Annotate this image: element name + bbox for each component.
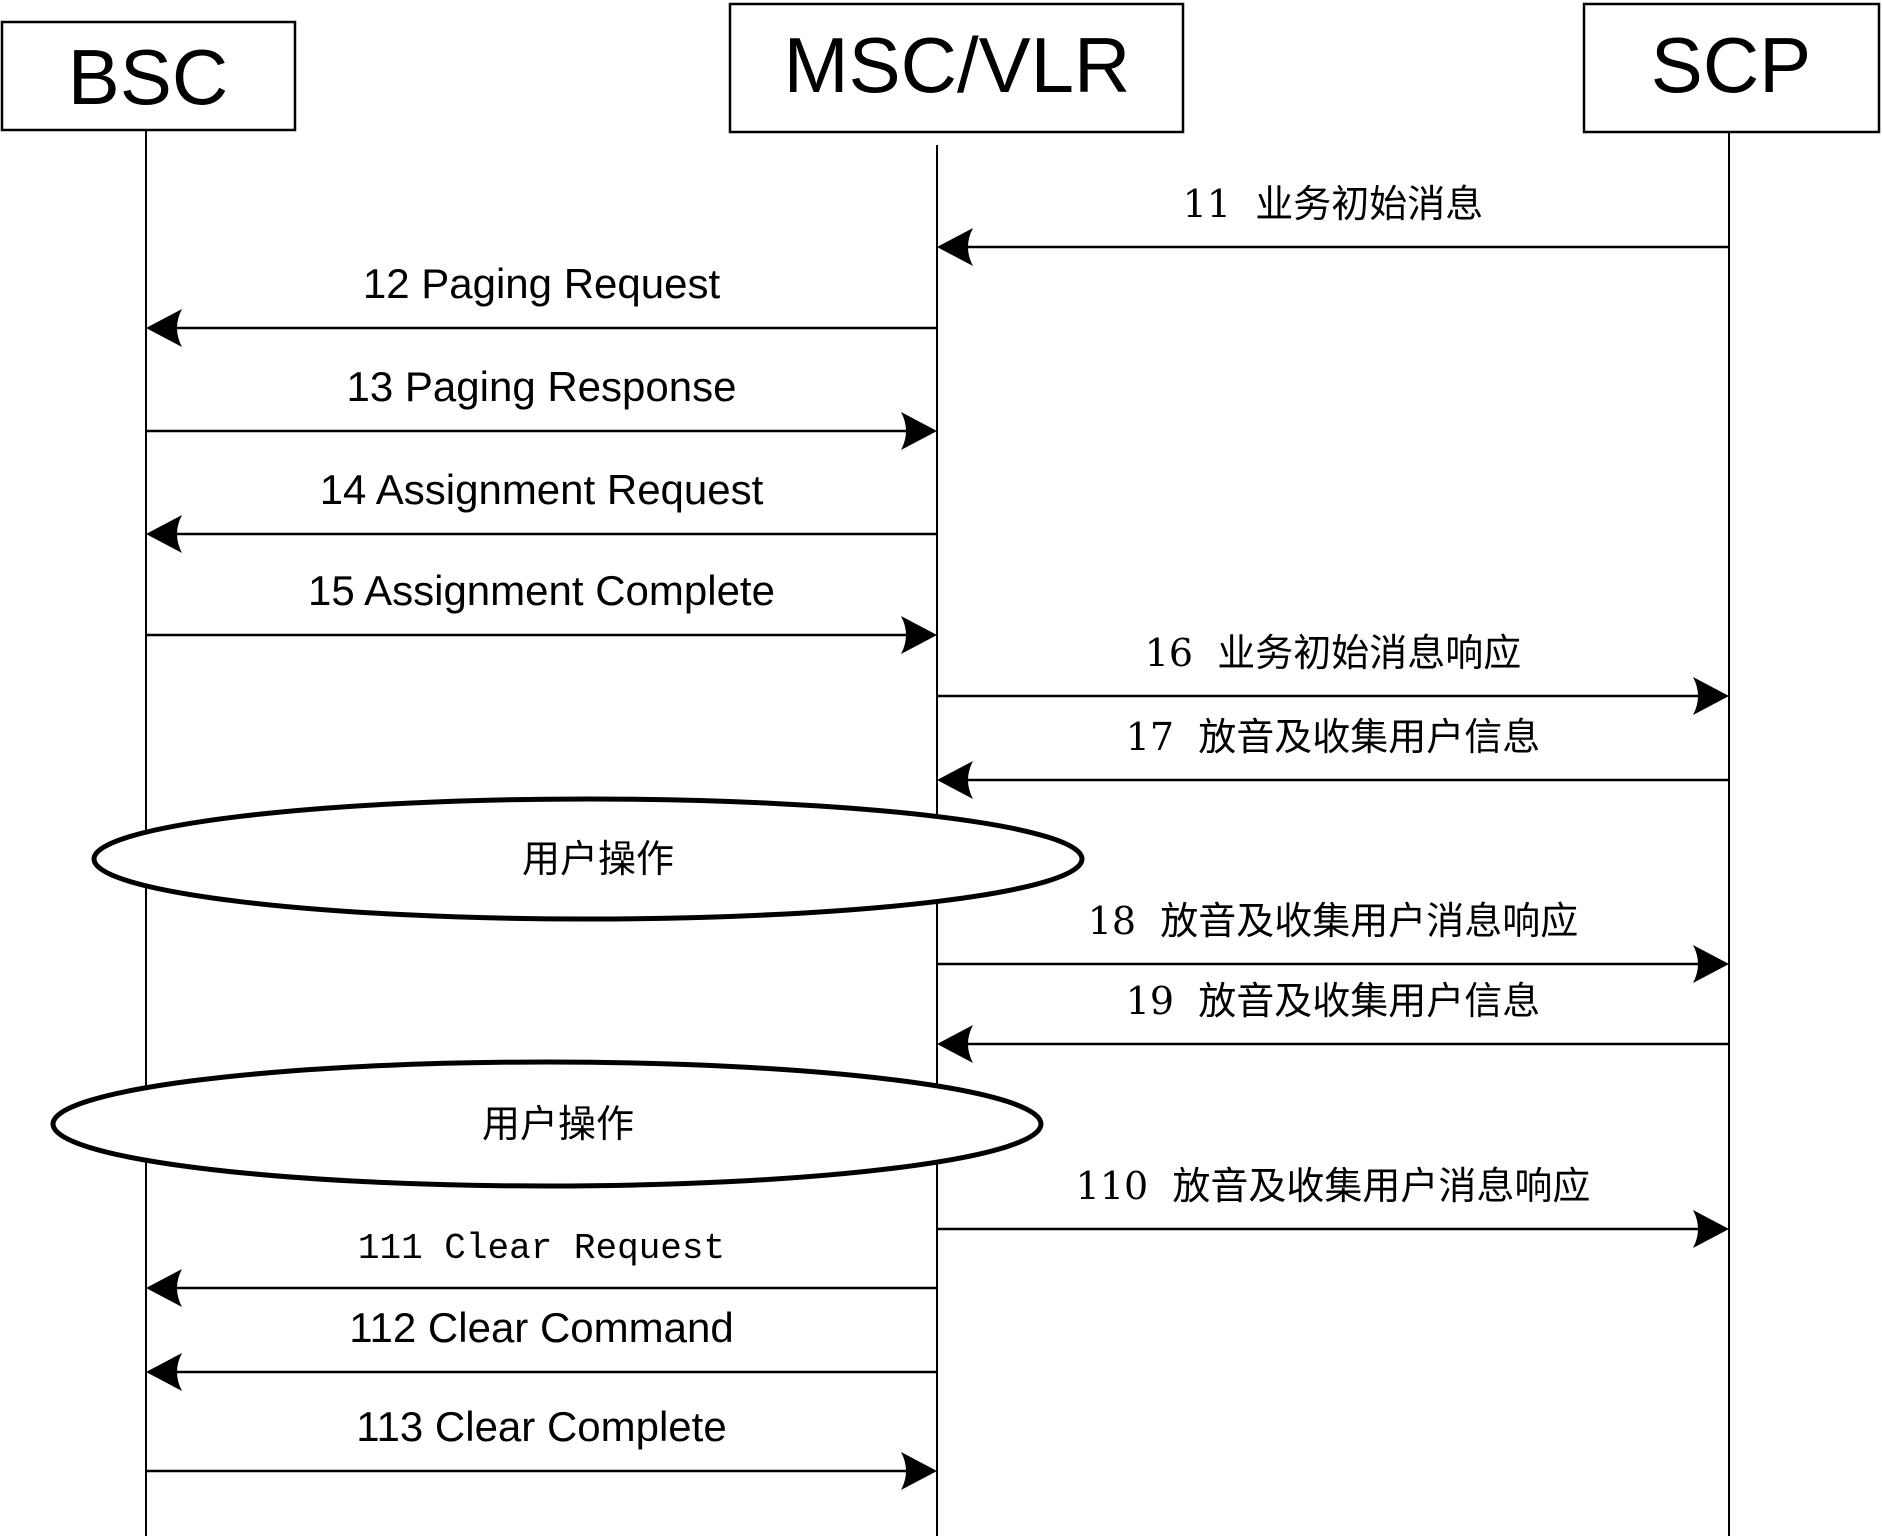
arrowhead-icon <box>146 1353 182 1391</box>
arrowhead-icon <box>901 1452 937 1490</box>
arrowhead-icon <box>1693 1210 1729 1248</box>
message-13: 13 Paging Response <box>146 363 937 450</box>
message-110: 110 放音及收集用户消息响应 <box>937 1164 1729 1248</box>
arrowhead-icon <box>146 309 182 347</box>
participant-label: MSC/VLR <box>784 21 1131 109</box>
sequence-diagram: BSC MSC/VLR SCP 11 业务初始消息 12 Paging Reque… <box>0 2 1881 1536</box>
participant-msc-vlr: MSC/VLR <box>728 2 1185 134</box>
message-label: 12 Paging Request <box>363 260 721 307</box>
message-label: 14 Assignment Request <box>320 466 764 513</box>
message-label: 111 Clear Request <box>358 1228 725 1269</box>
message-16: 16 业务初始消息响应 <box>937 631 1729 715</box>
arrowhead-icon <box>1693 945 1729 983</box>
participant-label: BSC <box>68 33 228 121</box>
message-label: 19 放音及收集用户信息 <box>1126 979 1541 1023</box>
message-label: 11 业务初始消息 <box>1183 182 1484 226</box>
message-label: 15 Assignment Complete <box>308 567 775 614</box>
message-label: 16 业务初始消息响应 <box>1145 631 1522 675</box>
message-label: 110 放音及收集用户消息响应 <box>1076 1164 1591 1208</box>
message-15: 15 Assignment Complete <box>146 567 937 654</box>
message-113: 113 Clear Complete <box>146 1403 937 1490</box>
message-112: 112 Clear Command <box>146 1304 937 1391</box>
note-user-operation-1: 用户操作 <box>91 796 1085 922</box>
arrowhead-icon <box>901 412 937 450</box>
arrowhead-icon <box>937 761 973 799</box>
message-label: 17 放音及收集用户信息 <box>1126 715 1541 759</box>
message-label: 112 Clear Command <box>349 1304 733 1351</box>
note-user-operation-2: 用户操作 <box>50 1059 1044 1189</box>
message-19: 19 放音及收集用户信息 <box>937 979 1729 1063</box>
message-label: 18 放音及收集用户消息响应 <box>1088 899 1579 943</box>
user-operation-label: 用户操作 <box>522 837 674 881</box>
message-11: 11 业务初始消息 <box>937 182 1729 266</box>
arrowhead-icon <box>937 1025 973 1063</box>
message-label: 13 Paging Response <box>347 363 737 410</box>
message-12: 12 Paging Request <box>146 260 937 347</box>
message-18: 18 放音及收集用户消息响应 <box>937 899 1729 983</box>
message-label: 113 Clear Complete <box>356 1403 726 1450</box>
message-14: 14 Assignment Request <box>146 466 937 553</box>
arrowhead-icon <box>146 1269 182 1307</box>
arrowhead-icon <box>146 515 182 553</box>
participant-bsc: BSC <box>0 20 297 132</box>
user-operation-label: 用户操作 <box>482 1102 634 1146</box>
arrowhead-icon <box>1693 677 1729 715</box>
participant-scp: SCP <box>1582 2 1881 134</box>
message-17: 17 放音及收集用户信息 <box>937 715 1729 799</box>
arrowhead-icon <box>937 228 973 266</box>
arrowhead-icon <box>901 616 937 654</box>
message-111: 111 Clear Request <box>146 1228 937 1307</box>
participant-label: SCP <box>1651 21 1811 109</box>
